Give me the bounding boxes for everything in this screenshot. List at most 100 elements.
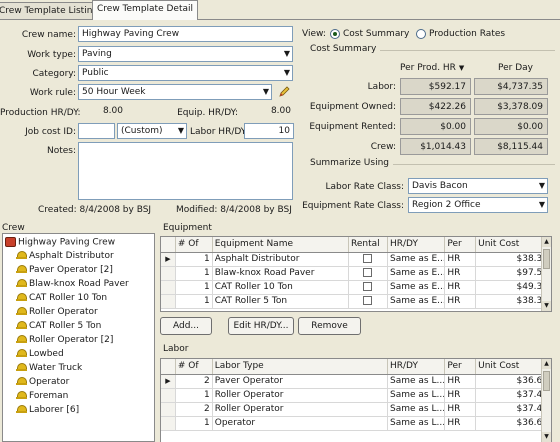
equip-hr-value: 8.00 [270,106,291,116]
col-per-prod-hr[interactable]: Per Prod. HR ▼ [400,63,464,73]
table-row[interactable]: 2 Roller Operator Same as L... HR $37.49 [161,402,551,417]
cost-summary-group: Cost Summary [310,44,555,54]
work-type-select[interactable]: Paving ▼ [78,46,293,62]
edit-pencil-icon[interactable] [278,86,290,98]
col-header[interactable]: Unit Cost [475,359,551,375]
radio-cost-summary[interactable] [330,29,340,39]
cost-label-equip-owned: Equipment Owned: [309,102,396,112]
tree-item[interactable]: Roller Operator [16,307,98,321]
work-rule-select[interactable]: 50 Hour Week ▼ [78,84,272,100]
production-value: 8.00 [102,106,123,116]
col-header[interactable]: Per [444,237,477,253]
tab-crew-template-detail[interactable]: Crew Template Detail [92,0,198,20]
col-header[interactable]: Per [444,359,477,375]
radio-production-rates[interactable] [416,29,426,39]
production-label: Production HR/DY: [0,108,81,118]
add-equipment-button[interactable]: Add... [160,317,212,335]
table-row[interactable]: 1 Operator Same as L... HR $36.60 [161,416,551,431]
col-header[interactable]: HR/DY [387,359,446,375]
tree-item[interactable]: Operator [16,377,69,391]
tree-item[interactable]: Foreman [16,391,69,405]
equipment-scrollbar[interactable]: ▲ ▼ [541,237,551,311]
radio-cost-summary-label[interactable]: Cost Summary [343,29,409,39]
hardhat-icon [16,293,27,302]
cost-label-crew: Crew: [370,142,396,152]
scroll-thumb[interactable] [543,371,550,391]
col-header[interactable]: Equipment Name [212,237,350,253]
table-row[interactable]: ▶ 1 Asphalt Distributor Same as E... HR … [161,252,551,267]
row-selector [161,294,176,309]
hardhat-icon [16,265,27,274]
tree-root[interactable]: Highway Paving Crew [5,237,115,251]
col-header[interactable]: Rental [348,237,388,253]
tab-crew-template-listing[interactable]: Crew Template Listing [0,2,104,20]
cell-count: 2 [175,374,213,389]
tree-item-label: Foreman [29,391,69,401]
job-cost-select[interactable]: (Custom) ▼ [117,123,187,139]
labor-rate-class-value: Davis Bacon [412,181,468,191]
labor-title: Labor [163,344,189,354]
tree-item[interactable]: CAT Roller 5 Ton [16,321,101,335]
labor-hr-label: Labor HR/DY: [190,127,249,137]
col-header[interactable]: Unit Cost [475,237,551,253]
row-selector [161,416,176,431]
tree-item[interactable]: Lowbed [16,349,64,363]
crew-name-input[interactable]: Highway Paving Crew [78,26,293,42]
modified-info: Modified: 8/4/2008 by BSJ [176,205,292,215]
equipment-title: Equipment [163,223,212,233]
scroll-thumb[interactable] [543,249,550,269]
labor-hr-input[interactable]: 10 [244,123,294,139]
category-label: Category: [32,69,77,79]
tree-item[interactable]: Asphalt Distributor [16,251,114,265]
table-row[interactable]: 1 Roller Operator Same as L... HR $37.49 [161,388,551,403]
tree-item[interactable]: Water Truck [16,363,82,377]
row-pointer-icon: ▶ [161,374,176,389]
row-selector [161,280,176,295]
remove-equipment-button[interactable]: Remove [298,317,361,335]
tree-item[interactable]: Paver Operator [2] [16,265,113,279]
labor-rate-class-select[interactable]: Davis Bacon ▼ [408,178,548,194]
scroll-down-icon[interactable]: ▼ [542,432,551,442]
scroll-up-icon[interactable]: ▲ [542,237,551,247]
edit-hrdy-button[interactable]: Edit HR/DY... [228,317,294,335]
summarize-title: Summarize Using [310,158,393,168]
equip-rate-class-select[interactable]: Region 2 Office ▼ [408,197,548,213]
table-row[interactable]: ▶ 2 Paver Operator Same as L... HR $36.6… [161,374,551,389]
tree-item[interactable]: Roller Operator [2] [16,335,113,349]
tree-item-label: Lowbed [29,349,64,359]
tree-item[interactable]: Laborer [6] [16,405,79,419]
scroll-down-icon[interactable]: ▼ [542,301,551,311]
cell-rental [348,294,388,309]
tree-item[interactable]: CAT Roller 10 Ton [16,293,107,307]
rental-checkbox[interactable] [363,282,373,291]
col-header[interactable]: HR/DY [387,237,446,253]
col-per-day: Per Day [498,63,533,73]
table-row[interactable]: 1 Blaw-knox Road Paver Same as E... HR $… [161,266,551,281]
scroll-up-icon[interactable]: ▲ [542,359,551,369]
job-cost-input[interactable] [78,123,115,139]
hardhat-icon [16,363,27,372]
table-row[interactable]: 1 CAT Roller 5 Ton Same as E... HR $38.3… [161,294,551,309]
rental-checkbox[interactable] [363,268,373,277]
notes-textarea[interactable] [78,142,293,200]
category-select[interactable]: Public ▼ [78,65,293,81]
tree-item[interactable]: Blaw-knox Road Paver [16,279,129,293]
row-selector [161,402,176,417]
col-header[interactable]: Labor Type [212,359,389,375]
cell-per: HR [444,374,477,389]
cell-name: Operator [212,416,389,431]
col-header[interactable]: # Of [175,237,213,253]
labor-scrollbar[interactable]: ▲ ▼ [541,359,551,442]
rental-checkbox[interactable] [363,296,373,305]
cell-hrdy: Same as L... [387,388,446,403]
job-cost-label: Job cost ID: [25,127,76,137]
tree-item-label: Roller Operator [29,307,98,317]
rental-checkbox[interactable] [363,254,373,263]
hardhat-icon [16,251,27,260]
created-info: Created: 8/4/2008 by BSJ [38,205,152,215]
hardhat-icon [16,307,27,316]
radio-production-rates-label[interactable]: Production Rates [429,29,505,39]
table-row[interactable]: 1 CAT Roller 10 Ton Same as E... HR $49.… [161,280,551,295]
col-header[interactable]: # Of [175,359,213,375]
crew-icon [5,237,16,247]
